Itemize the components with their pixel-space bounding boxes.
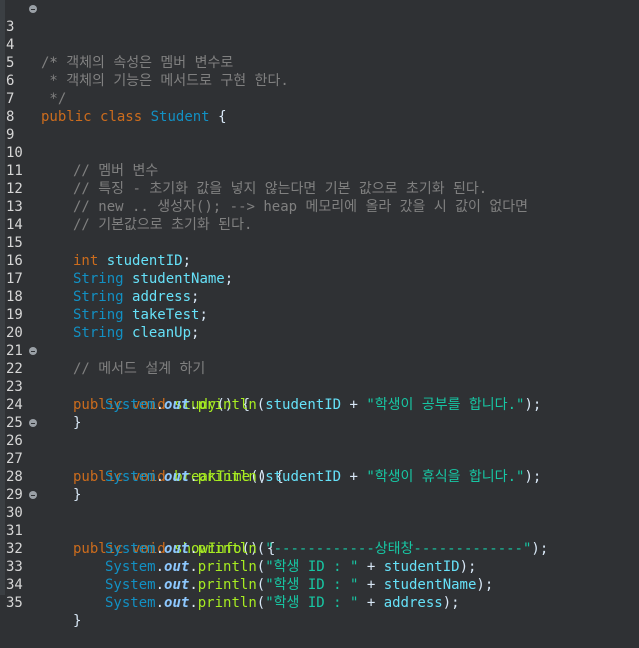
code-line[interactable]: 9 [0, 108, 639, 143]
code-line[interactable]: 23 System.out.println(studentID + "학생이 공… [0, 360, 639, 413]
code-line[interactable]: 6 */ [0, 54, 639, 107]
code-line[interactable]: 3 /* [0, 0, 639, 71]
code-line[interactable]: 20 [0, 306, 639, 341]
method-call: println [197, 595, 257, 611]
operator: + [358, 595, 384, 611]
code-line[interactable]: 35 } [0, 576, 639, 629]
code-line[interactable]: 31 System.out.println("------------상태창--… [0, 504, 639, 557]
code-line[interactable]: 29 [0, 468, 639, 503]
fold-collapse-icon[interactable] [29, 5, 37, 13]
code-line[interactable]: 7 public class Student { [0, 72, 639, 125]
code-line[interactable]: 17 String address; [0, 252, 639, 305]
code-line[interactable]: 8 [0, 90, 639, 125]
fold-collapse-icon[interactable] [29, 347, 37, 355]
open-paren: ( [256, 595, 266, 611]
code-line[interactable]: 14 [0, 198, 639, 233]
code-line[interactable]: 10 // 멤버 변수 [0, 126, 639, 179]
code-line[interactable]: 19 String cleanUp; [0, 288, 639, 341]
line-number: 35 [6, 595, 23, 611]
code-line[interactable]: 12 // new .. 생성자(); --> heap 메모리에 올라 갔을 … [0, 162, 639, 215]
code-line[interactable]: 16 String studentName; [0, 234, 639, 287]
dot: . [189, 595, 198, 611]
code-line[interactable]: 22 public void study() { [0, 342, 639, 413]
code-line[interactable]: 34 System.out.println("학생 ID : " + addre… [0, 558, 639, 611]
code-line[interactable]: 25 [0, 396, 639, 431]
code-line[interactable]: 30 public void showInfo() { [0, 486, 639, 557]
dot: . [155, 595, 165, 611]
code-line[interactable]: 28 } [0, 450, 639, 503]
static-field: out [164, 595, 190, 611]
argument: address [383, 595, 443, 611]
code-line[interactable]: 24 } [0, 378, 639, 431]
code-line[interactable]: 32 System.out.println("학생 ID : " + stude… [0, 522, 639, 575]
brace: } [73, 613, 82, 629]
system-class: System [105, 595, 156, 611]
code-line[interactable]: 18 String takeTest; [0, 270, 639, 323]
fold-collapse-icon[interactable] [29, 419, 37, 427]
code-line[interactable]: 27 System.out.println(studentID + "학생이 휴… [0, 432, 639, 485]
code-line[interactable]: 13 // 기본값으로 초기화 된다. [0, 180, 639, 233]
code-line[interactable]: 4 * 객체의 속성은 멤버 변수로 [0, 18, 639, 71]
code-line[interactable]: 33 System.out.println("학생 ID : " + stude… [0, 540, 639, 593]
code-text: } [73, 612, 81, 630]
string-literal: "학생 ID : " [265, 595, 359, 611]
fold-collapse-icon[interactable] [29, 491, 37, 499]
code-line[interactable]: 11 // 특징 - 초기화 값을 넣지 않는다면 기본 값으로 초기화 된다. [0, 144, 639, 197]
close-paren: ); [442, 595, 460, 611]
code-line[interactable]: 15 int studentID; [0, 216, 639, 269]
code-line[interactable]: 26 public void breakTime() { [0, 414, 639, 485]
code-line[interactable]: 5 * 객체의 기능은 메서드로 구현 한다. [0, 36, 639, 89]
code-text: System.out.println("학생 ID : " + address)… [105, 594, 460, 612]
code-line[interactable]: 21 // 메서드 설계 하기 [0, 324, 639, 377]
code-editor[interactable]: 3 /* 4 * 객체의 속성은 멤버 변수로 5 * 객체의 기능은 메서드로… [0, 0, 639, 629]
